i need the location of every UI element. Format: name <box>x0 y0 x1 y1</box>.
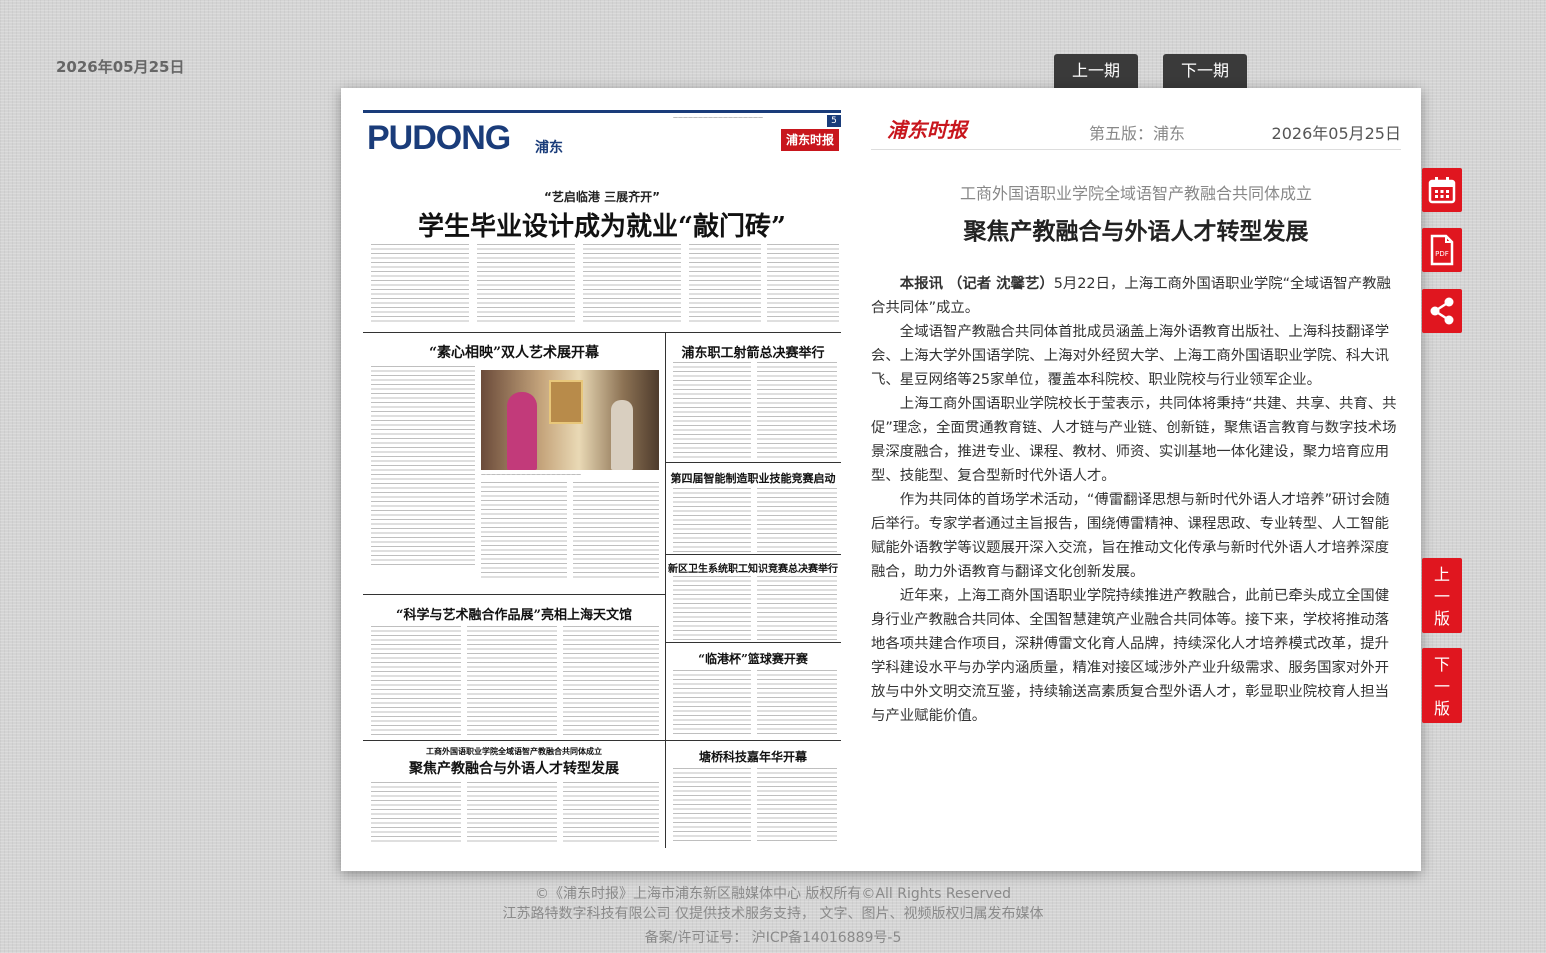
masthead: —————————————————— PUDONG 浦东 5 浦东时报 <box>363 110 841 158</box>
edition-label: 第五版：浦东 <box>1089 124 1186 143</box>
np-text-block <box>673 576 751 642</box>
np-subhead[interactable]: 新区卫生系统职工知识竞赛总决赛举行 <box>665 560 841 575</box>
photo-caption: ———————————————————— <box>481 472 581 478</box>
footer-tech-support: 江苏路特数字科技有限公司 仅提供技术服务支持， 文字、图片、视频版权归属发布媒体 <box>502 906 1044 922</box>
article-paragraph: 上海工商外国语职业学院校长于莹表示，共同体将秉持“共建、共享、共育、共促”理念，… <box>871 396 1397 484</box>
masthead-title: PUDONG <box>367 119 511 157</box>
masthead-info-line: —————————————————— <box>673 115 763 121</box>
newspaper-page[interactable]: —————————————————— PUDONG 浦东 5 浦东时报 “艺启临… <box>363 110 841 848</box>
np-text-block <box>757 488 837 552</box>
np-subhead[interactable]: 塘桥科技嘉年华开幕 <box>665 748 841 765</box>
newspaper-logo: 浦东时报 <box>781 129 839 151</box>
np-text-block <box>673 670 751 734</box>
article-paragraph: 本报讯 （记者 沈馨艺）5月22日，上海工商外国语职业学院“全域语智产教融合共同… <box>871 272 1401 320</box>
np-text-block <box>673 362 751 458</box>
np-text-block <box>757 670 837 734</box>
divider <box>665 462 841 463</box>
np-text-block <box>573 482 659 580</box>
divider <box>665 332 666 848</box>
article-lead: 本报讯 （记者 沈馨艺） <box>899 276 1054 292</box>
article-paragraph: 全域语智产教融合共同体首批成员涵盖上海外语教育出版社、上海科技翻译学会、上海大学… <box>871 324 1390 388</box>
np-subhead[interactable]: “素心相映”双人艺术展开幕 <box>363 342 665 362</box>
article-paragraph: 近年来，上海工商外国语职业学院持续推进产教融合，此前已牵头成立全国健身行业产教融… <box>871 588 1390 724</box>
visitor <box>507 392 537 470</box>
np-text-block <box>689 244 761 324</box>
sculpture <box>611 400 633 470</box>
np-text-block <box>477 244 575 324</box>
pdf-icon: PDF <box>1430 234 1454 266</box>
footer-copyright: ©《浦东时报》上海市浦东新区融媒体中心 版权所有©All Rights Rese… <box>534 886 1012 902</box>
np-text-block <box>481 482 567 580</box>
pdf-label: PDF <box>1435 250 1449 258</box>
np-kicker[interactable]: “艺启临港 三展齐开” <box>363 188 841 205</box>
np-text-block <box>467 782 557 844</box>
np-text-block <box>673 768 751 844</box>
article-header: 浦东时报 第五版：浦东 2026年05月25日 <box>871 108 1401 150</box>
np-subhead[interactable]: 浦东职工射箭总决赛举行 <box>665 342 841 361</box>
painting <box>549 380 583 424</box>
article-title: 聚焦产教融合与外语人才转型发展 <box>963 219 1309 245</box>
np-text-block <box>371 366 475 566</box>
page-number: 5 <box>827 115 841 127</box>
np-text-block <box>371 626 461 736</box>
prev-page-button[interactable]: 上一版 <box>1422 558 1462 633</box>
prev-issue-button[interactable]: 上一期 <box>1054 54 1138 88</box>
article-body: 本报讯 （记者 沈馨艺）5月22日，上海工商外国语职业学院“全域语智产教融合共同… <box>871 272 1401 728</box>
calendar-button[interactable] <box>1422 168 1462 212</box>
np-text-block <box>371 244 469 324</box>
np-text-block <box>563 782 659 844</box>
np-text-block <box>583 244 681 324</box>
np-text-block <box>673 488 751 552</box>
np-subhead[interactable]: 聚焦产教融合与外语人才转型发展 <box>363 758 665 778</box>
divider <box>665 642 841 643</box>
np-text-block <box>757 768 837 844</box>
article-paragraph: 作为共同体的首场学术活动，“傅雷翻译思想与新时代外语人才培养”研讨会随后举行。专… <box>871 492 1390 580</box>
np-text-block <box>371 782 461 844</box>
newspaper-viewer: —————————————————— PUDONG 浦东 5 浦东时报 “艺启临… <box>341 88 1421 871</box>
article-date: 2026年05月25日 <box>1271 124 1401 143</box>
next-issue-button[interactable]: 下一期 <box>1163 54 1247 88</box>
np-text-block <box>757 362 837 458</box>
divider <box>363 332 841 333</box>
share-button[interactable] <box>1422 289 1462 333</box>
np-text-block <box>767 244 839 324</box>
article-logo: 浦东时报 <box>887 118 967 142</box>
pdf-button[interactable]: PDF <box>1422 228 1462 272</box>
np-subhead[interactable]: “临港杯”篮球赛开赛 <box>665 650 841 667</box>
calendar-icon <box>1428 177 1456 204</box>
share-icon <box>1430 297 1454 325</box>
masthead-cn-title: 浦东 <box>535 140 563 156</box>
np-headline[interactable]: 学生毕业设计成为就业“敲门砖” <box>363 206 841 243</box>
np-subhead[interactable]: “科学与艺术融合作品展”亮相上海天文馆 <box>363 604 665 623</box>
np-text-block <box>757 576 837 642</box>
issue-date: 2026年05月25日 <box>56 58 185 76</box>
divider <box>363 740 841 741</box>
next-page-button[interactable]: 下一版 <box>1422 648 1462 723</box>
np-subhead-kicker[interactable]: 工商外国语职业学院全域语智产教融合共同体成立 <box>363 746 665 757</box>
np-text-block <box>467 626 557 736</box>
article-pretitle: 工商外国语职业学院全域语智产教融合共同体成立 <box>959 184 1312 203</box>
np-text-block <box>563 626 659 736</box>
divider <box>665 554 841 555</box>
divider <box>363 594 665 595</box>
footer-icp[interactable]: 备案/许可证号： 沪ICP备14016889号-5 <box>0 927 1546 947</box>
np-subhead[interactable]: 第四届智能制造职业技能竞赛启动 <box>665 470 841 486</box>
exhibition-photo[interactable] <box>481 370 659 470</box>
